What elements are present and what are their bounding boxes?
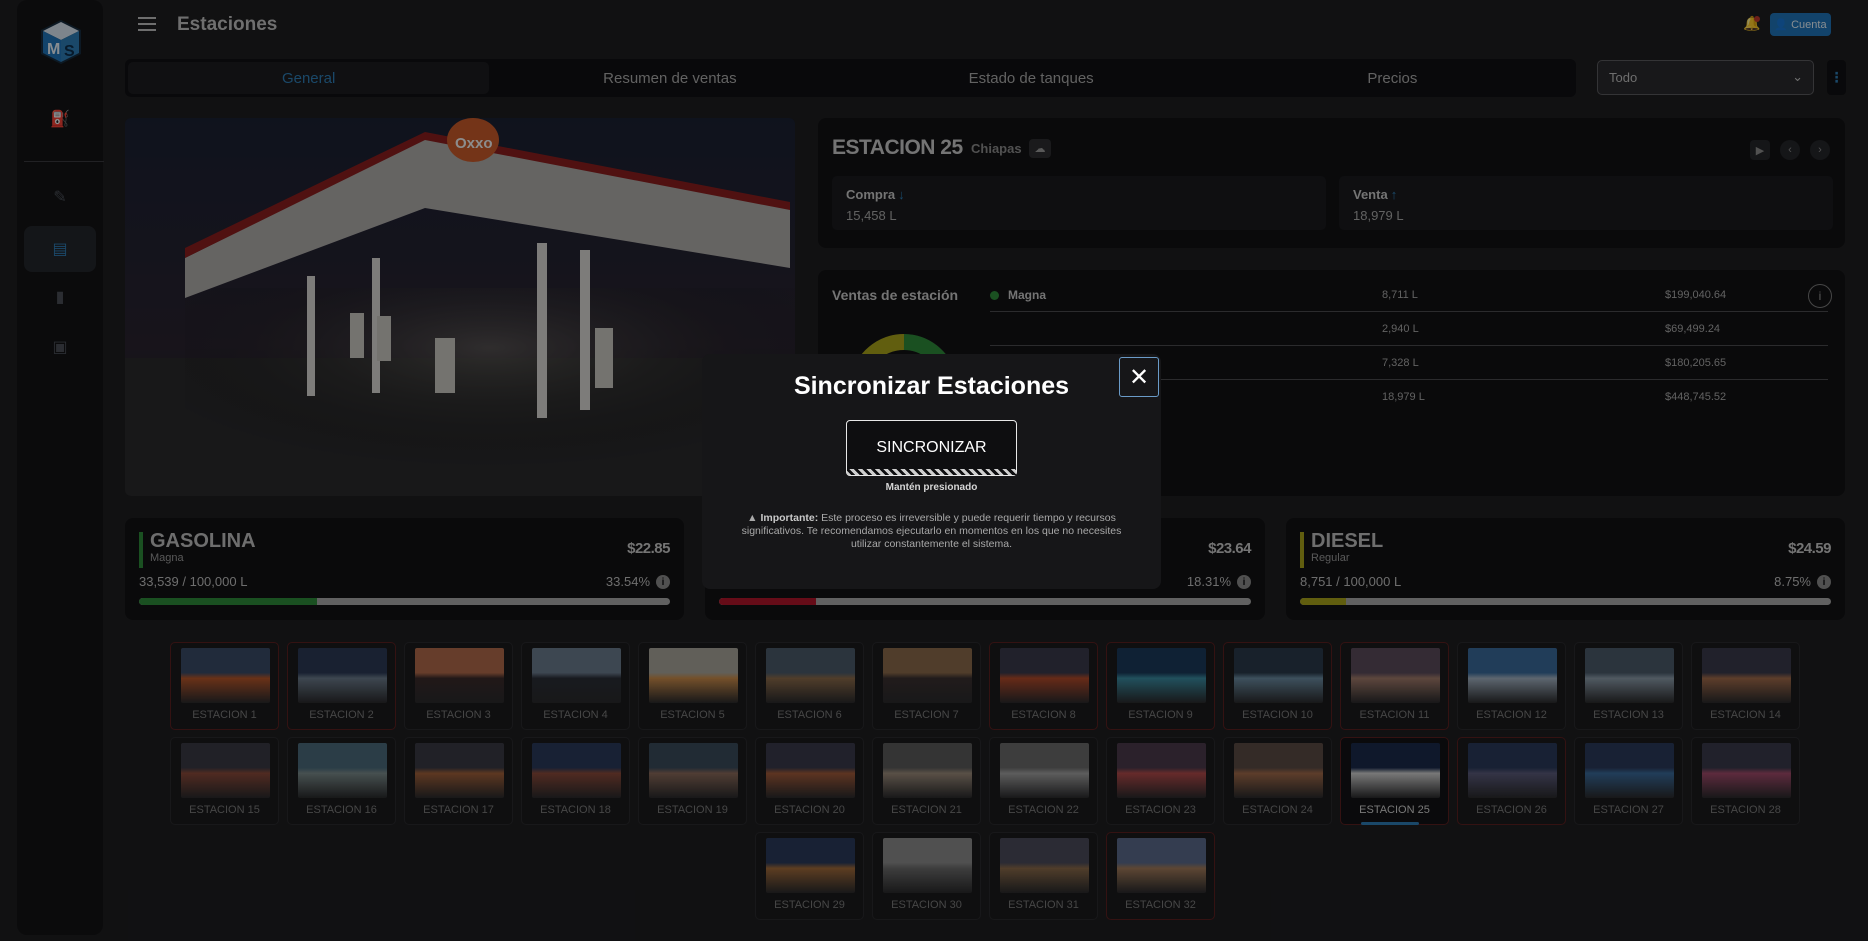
hold-hint: Mantén presionado: [885, 482, 978, 493]
warning-note: ▲ Importante: Este proceso es irreversib…: [741, 512, 1122, 550]
close-icon[interactable]: ✕: [1119, 357, 1159, 397]
sync-button[interactable]: SINCRONIZAR: [846, 420, 1017, 476]
sync-modal: Sincronizar Estaciones ✕ SINCRONIZAR Man…: [702, 354, 1161, 589]
modal-title: Sincronizar Estaciones: [793, 372, 1070, 400]
hold-progress: [847, 469, 1016, 475]
warning-icon: ▲: [747, 512, 758, 524]
